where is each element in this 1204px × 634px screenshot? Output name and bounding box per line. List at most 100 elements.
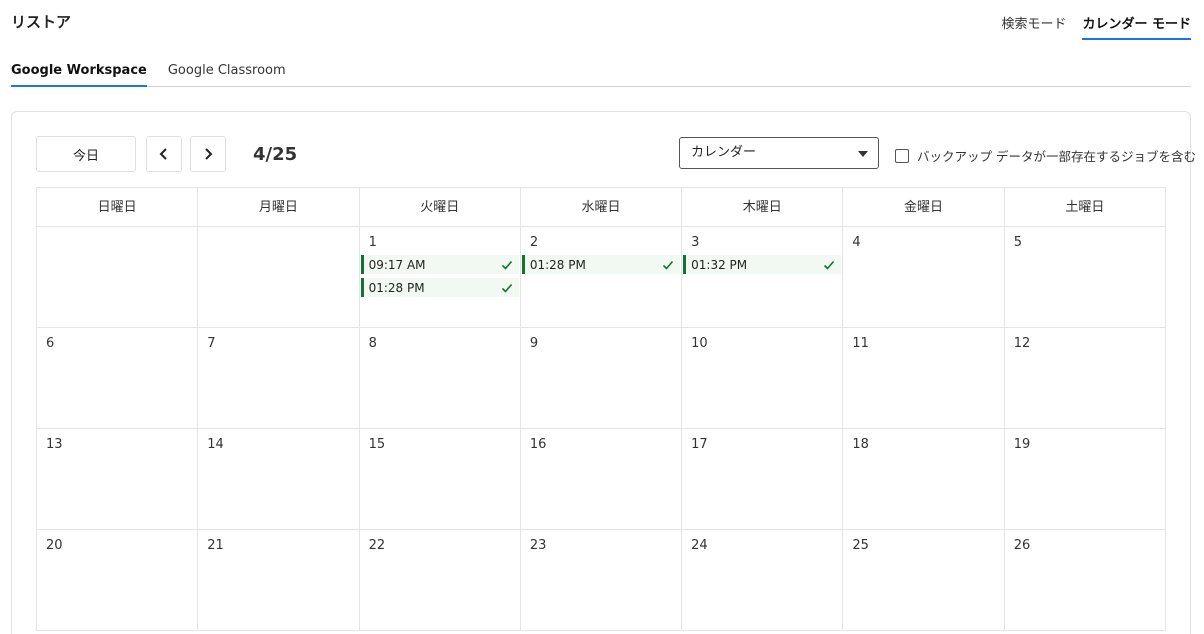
check-icon xyxy=(501,283,512,293)
day-number: 18 xyxy=(852,437,869,452)
day-cell[interactable]: 6 xyxy=(37,328,199,429)
day-cell[interactable]: 26 xyxy=(1004,530,1166,631)
backup-job-entry[interactable]: 01:28 PM xyxy=(360,278,519,297)
week-row: 6 7 8 9 10 11 12 xyxy=(37,328,1166,429)
day-number: 20 xyxy=(46,538,63,553)
check-icon xyxy=(824,260,835,270)
day-number: 4 xyxy=(852,235,861,250)
day-number: 5 xyxy=(1013,235,1022,250)
day-cell[interactable]: 2 01:28 PM xyxy=(520,227,683,328)
prev-month-button[interactable] xyxy=(146,136,182,172)
weekday-label: 金曜日 xyxy=(843,188,1005,227)
day-cell[interactable]: 16 xyxy=(520,429,683,530)
next-month-button[interactable] xyxy=(190,136,226,172)
day-cell[interactable]: 25 xyxy=(843,530,1005,631)
day-cell[interactable] xyxy=(198,227,360,328)
day-number: 26 xyxy=(1013,538,1031,553)
day-number: 11 xyxy=(852,336,869,351)
partial-backup-option[interactable]: バックアップ データが一部存在するジョブを含む xyxy=(895,146,1196,165)
week-row: 20 21 22 23 24 25 26 xyxy=(37,530,1166,631)
day-number: 21 xyxy=(207,538,224,553)
day-number: 7 xyxy=(207,336,216,351)
weekday-label: 日曜日 xyxy=(37,188,199,227)
day-cell[interactable]: 8 xyxy=(359,328,521,429)
job-list: 01:32 PM xyxy=(682,255,842,274)
day-cell[interactable]: 23 xyxy=(520,530,683,631)
job-time: 01:28 PM xyxy=(529,257,586,272)
current-month-label: 4/25 xyxy=(253,144,298,165)
day-number: 8 xyxy=(368,336,377,351)
day-number: 22 xyxy=(368,538,386,553)
partial-backup-checkbox[interactable] xyxy=(895,148,909,163)
job-list: 01:28 PM xyxy=(521,255,681,274)
backup-job-entry[interactable]: 09:17 AM xyxy=(360,255,519,274)
day-cell[interactable]: 19 xyxy=(1004,429,1166,530)
day-cell[interactable]: 4 xyxy=(843,227,1005,328)
view-select-value: カレンダー xyxy=(691,145,757,160)
day-number: 1 xyxy=(368,235,377,250)
day-number: 13 xyxy=(46,437,63,452)
week-row: 13 14 15 16 17 18 19 xyxy=(37,429,1166,530)
day-number: 24 xyxy=(691,538,708,553)
day-cell[interactable]: 10 xyxy=(682,328,844,429)
day-number: 6 xyxy=(46,336,55,351)
search-mode-tab[interactable]: 検索モード xyxy=(1001,13,1066,40)
day-number: 3 xyxy=(691,235,700,250)
weekday-label: 水曜日 xyxy=(520,188,683,227)
day-cell[interactable]: 9 xyxy=(520,328,683,429)
day-number: 23 xyxy=(529,538,547,553)
partial-backup-label: バックアップ データが一部存在するジョブを含む xyxy=(917,149,1196,164)
check-icon xyxy=(663,260,674,270)
day-cell[interactable]: 24 xyxy=(682,530,844,631)
day-number: 12 xyxy=(1013,336,1031,351)
day-number: 25 xyxy=(852,538,869,553)
day-number: 14 xyxy=(207,437,224,452)
mode-switch: 検索モード カレンダー モード xyxy=(1001,13,1191,40)
backup-job-entry[interactable]: 01:32 PM xyxy=(683,255,842,274)
day-cell[interactable]: 15 xyxy=(359,429,521,530)
product-tabs: Google Workspace Google Classroom xyxy=(11,61,1191,87)
today-button[interactable]: 今日 xyxy=(36,136,136,172)
weekday-label: 火曜日 xyxy=(359,188,521,227)
weekday-label: 月曜日 xyxy=(198,188,360,227)
day-number xyxy=(37,235,197,253)
day-cell[interactable]: 5 xyxy=(1004,227,1166,328)
day-number: 17 xyxy=(691,437,708,452)
day-cell[interactable]: 14 xyxy=(198,429,360,530)
job-time: 09:17 AM xyxy=(368,257,426,272)
day-cell[interactable]: 17 xyxy=(682,429,844,530)
day-number: 2 xyxy=(529,235,539,250)
tab-google-workspace[interactable]: Google Workspace xyxy=(11,61,147,87)
day-cell[interactable]: 12 xyxy=(1004,328,1166,429)
day-cell[interactable]: 21 xyxy=(198,530,360,631)
day-number: 15 xyxy=(368,437,386,452)
calendar-mode-tab[interactable]: カレンダー モード xyxy=(1082,13,1191,40)
check-icon xyxy=(501,260,512,270)
backup-job-entry[interactable]: 01:28 PM xyxy=(521,255,681,274)
day-cell[interactable]: 7 xyxy=(198,328,360,429)
day-number: 16 xyxy=(529,437,547,452)
weekday-label: 土曜日 xyxy=(1004,188,1166,227)
day-cell[interactable]: 20 xyxy=(37,530,199,631)
day-cell[interactable]: 18 xyxy=(843,429,1005,530)
day-number: 9 xyxy=(529,336,539,351)
day-cell[interactable]: 1 09:17 AM 01:28 PM xyxy=(359,227,521,328)
day-number: 10 xyxy=(691,336,708,351)
day-cell[interactable] xyxy=(37,227,199,328)
day-cell[interactable]: 13 xyxy=(37,429,199,530)
view-select[interactable]: カレンダー xyxy=(679,137,879,169)
day-cell[interactable]: 11 xyxy=(843,328,1005,429)
calendar-card: 今日 4/25 カレンダー バックアップ データが一部存在するジョブを含む 日曜… xyxy=(11,111,1196,634)
caret-down-icon xyxy=(858,151,868,157)
week-row: 1 09:17 AM 01:28 PM 2 01:28 PM 3 01:32 PM 4 5 xyxy=(37,227,1166,328)
chevron-right-icon xyxy=(205,148,213,160)
day-number xyxy=(198,235,358,253)
calendar-grid: 日曜日 月曜日 火曜日 水曜日 木曜日 金曜日 土曜日 1 09:17 AM 01:28 PM 2… xyxy=(36,187,1166,631)
day-cell[interactable]: 3 01:32 PM xyxy=(682,227,844,328)
page-title: リストア xyxy=(11,13,72,31)
calendar-weeks: 1 09:17 AM 01:28 PM 2 01:28 PM 3 01:32 PM 4 5 6 7 8… xyxy=(37,227,1166,631)
tab-google-classroom[interactable]: Google Classroom xyxy=(168,61,286,87)
chevron-left-icon xyxy=(159,148,167,160)
job-time: 01:32 PM xyxy=(691,257,748,272)
day-cell[interactable]: 22 xyxy=(359,530,521,631)
